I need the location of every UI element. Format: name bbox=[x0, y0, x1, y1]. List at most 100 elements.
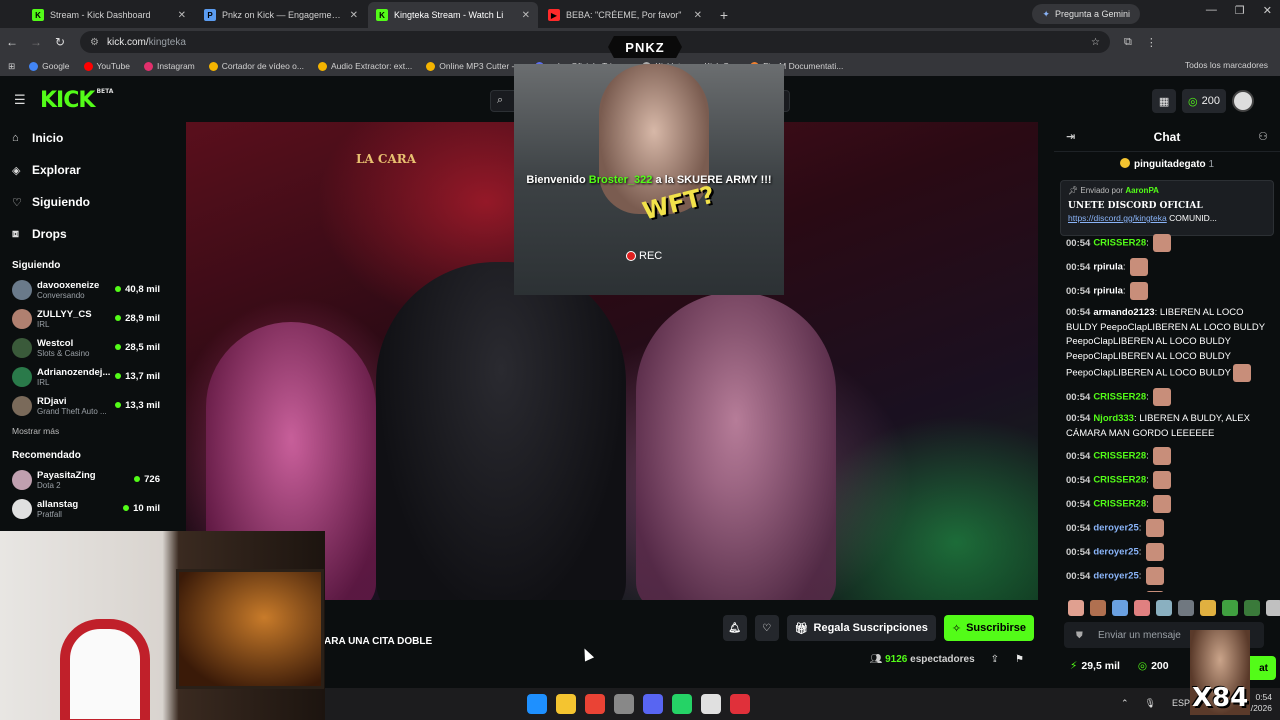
taskbar-app-icon[interactable] bbox=[701, 694, 721, 714]
sidebar-item-drops[interactable]: ⧈ Drops bbox=[12, 218, 172, 250]
message-user[interactable]: deroyer25 bbox=[1093, 523, 1138, 534]
discord-link[interactable]: https://discord.gg/kingteka bbox=[1068, 213, 1167, 223]
channel-item[interactable]: RDjavi Grand Theft Auto ... 13,3 mil bbox=[12, 391, 172, 420]
kicks-balance-button[interactable]: ◎ 200 bbox=[1182, 89, 1226, 113]
coins[interactable]: ◎ 200 bbox=[1138, 660, 1169, 672]
channel-item[interactable]: Adrianozendej... IRL 13,7 mil bbox=[12, 362, 172, 391]
message-user[interactable]: CRISSER28 bbox=[1093, 499, 1146, 510]
bookmark-label: Audio Extractor: ext... bbox=[330, 61, 413, 71]
chevron-up-icon[interactable]: ⌃ bbox=[1121, 698, 1129, 709]
dashboard-button[interactable]: ▦ bbox=[1152, 89, 1177, 113]
apps-icon[interactable]: ⊞ bbox=[8, 61, 15, 72]
sidebar-item-explorar[interactable]: ◈ Explorar bbox=[12, 154, 172, 186]
kick-logo[interactable]: KICK BETA bbox=[40, 88, 113, 113]
channel-category: Pratfall bbox=[37, 509, 62, 519]
channel-item[interactable]: davooxeneize Conversando 40,8 mil bbox=[12, 275, 172, 304]
all-bookmarks[interactable]: Todos los marcadores bbox=[1185, 60, 1268, 70]
taskbar-app-icon[interactable] bbox=[556, 694, 576, 714]
url-field[interactable]: ⚙ kick.com/kingteka ☆ bbox=[80, 31, 1110, 53]
subscribe-button[interactable]: ✧ Suscribirse bbox=[943, 615, 1034, 641]
report-icon[interactable]: ⚑ bbox=[1015, 654, 1024, 665]
channel-item[interactable]: Westcol Slots & Casino 28,5 mil bbox=[12, 333, 172, 362]
emote-picker-icon[interactable] bbox=[1112, 600, 1128, 616]
tab-close-icon[interactable]: ✕ bbox=[694, 10, 702, 21]
bookmark-item[interactable]: Cortador de vídeo o... bbox=[208, 61, 304, 71]
message-user[interactable]: rpirula bbox=[1093, 286, 1123, 297]
emote-picker-icon[interactable] bbox=[1222, 600, 1238, 616]
restore-icon[interactable]: ❐ bbox=[1235, 4, 1245, 17]
taskbar-app-icon[interactable] bbox=[643, 694, 663, 714]
dashboard-icon: ▦ bbox=[1158, 95, 1170, 108]
menu-icon[interactable]: ⋮ bbox=[1146, 36, 1157, 49]
browser-tab[interactable]: ▶ BEBA: "CRÉEME, Por favor" ✕ bbox=[540, 2, 710, 28]
bookmark-star-icon[interactable]: ☆ bbox=[1091, 37, 1100, 48]
emote-picker-icon[interactable] bbox=[1244, 600, 1260, 616]
channel-item[interactable]: allanstag Pratfall 10 mil bbox=[12, 494, 172, 523]
bookmark-item[interactable]: Google bbox=[29, 61, 70, 71]
bookmark-item[interactable]: Instagram bbox=[143, 61, 195, 71]
gift-subs-button[interactable]: 🎁︎ Regala Suscripciones bbox=[786, 615, 936, 641]
sidebar-item-siguiendo[interactable]: ♡ Siguiendo bbox=[12, 186, 172, 218]
message-user[interactable]: CRISSER28 bbox=[1093, 475, 1146, 486]
message-user[interactable]: CRISSER28 bbox=[1093, 451, 1146, 462]
tab-close-icon[interactable]: ✕ bbox=[350, 10, 358, 21]
chat-message: 00:54deroyer25: bbox=[1066, 567, 1272, 585]
emote-picker-icon[interactable] bbox=[1200, 600, 1216, 616]
share-icon[interactable]: ⇪ bbox=[991, 654, 999, 665]
chat-header: ⇥ Chat ⚇ bbox=[1054, 122, 1280, 152]
message-user[interactable]: CRISSER28 bbox=[1093, 392, 1146, 403]
emote-picker-icon[interactable] bbox=[1178, 600, 1194, 616]
channel-item[interactable]: ZULLYY_CS IRL 28,9 mil bbox=[12, 304, 172, 333]
hamburger-menu-icon[interactable]: ☰ bbox=[14, 92, 26, 108]
gemini-button[interactable]: ✦ Pregunta a Gemini bbox=[1032, 4, 1140, 24]
browser-tab[interactable]: K Kingteka Stream - Watch Li ✕ bbox=[368, 2, 538, 28]
new-tab-button[interactable]: + bbox=[712, 2, 736, 28]
bookmark-item[interactable]: YouTube bbox=[83, 61, 130, 71]
message-user[interactable]: CRISSER28 bbox=[1093, 238, 1146, 249]
bookmark-item[interactable]: Audio Extractor: ext... bbox=[317, 61, 413, 71]
taskbar-app-icon[interactable] bbox=[585, 694, 605, 714]
points[interactable]: ⚡︎ 29,5 mil bbox=[1070, 660, 1120, 672]
follow-button[interactable]: ♡ bbox=[754, 615, 779, 641]
show-more-link[interactable]: Mostrar más bbox=[12, 426, 172, 436]
emote-picker-icon[interactable] bbox=[1068, 600, 1084, 616]
close-window-icon[interactable]: ✕ bbox=[1263, 4, 1272, 17]
emote-icon bbox=[1146, 591, 1165, 592]
emote-icon bbox=[1153, 447, 1172, 465]
taskbar-app-icon[interactable] bbox=[730, 694, 750, 714]
message-user[interactable]: Njord333 bbox=[1093, 413, 1134, 424]
back-icon[interactable]: ← bbox=[0, 35, 24, 49]
message-user[interactable]: armando2123 bbox=[1093, 307, 1154, 318]
language-indicator[interactable]: ESP bbox=[1172, 698, 1190, 709]
message-user[interactable]: deroyer25 bbox=[1093, 571, 1138, 582]
emote-picker-icon[interactable] bbox=[1090, 600, 1106, 616]
forward-icon[interactable]: → bbox=[24, 35, 48, 49]
channel-item[interactable]: PayasitaZing Dota 2 726 bbox=[12, 465, 172, 494]
emote-icon bbox=[1153, 388, 1172, 406]
emote-picker-icon[interactable] bbox=[1134, 600, 1150, 616]
browser-tab[interactable]: P Pnkz on Kick — Engagement A ✕ bbox=[196, 2, 366, 28]
video-person bbox=[636, 292, 836, 600]
extension-icon[interactable]: ⧉ bbox=[1124, 36, 1132, 49]
reload-icon[interactable]: ↻ bbox=[48, 35, 72, 49]
star-icon: ✧ bbox=[951, 622, 962, 635]
mic-icon[interactable]: 🎙︎ bbox=[1145, 698, 1156, 709]
minimize-icon[interactable]: — bbox=[1206, 4, 1217, 17]
emote-picker-icon[interactable] bbox=[1156, 600, 1172, 616]
notify-button[interactable]: 🔔︎ bbox=[722, 615, 747, 641]
message-user[interactable]: deroyer25 bbox=[1093, 547, 1138, 558]
emote-picker-icon[interactable] bbox=[1266, 600, 1280, 616]
bookmark-item[interactable]: Online MP3 Cutter -... bbox=[426, 61, 521, 71]
taskbar-app-icon[interactable] bbox=[527, 694, 547, 714]
collapse-chat-icon[interactable]: ⇥ bbox=[1066, 130, 1075, 143]
browser-tab[interactable]: K Stream - Kick Dashboard ✕ bbox=[24, 2, 194, 28]
tab-close-icon[interactable]: ✕ bbox=[522, 10, 530, 21]
taskbar-app-icon[interactable] bbox=[614, 694, 634, 714]
sidebar-item-inicio[interactable]: ⌂ Inicio bbox=[12, 122, 172, 154]
user-avatar[interactable] bbox=[1232, 90, 1254, 112]
viewers-icon: 👥︎ bbox=[869, 654, 886, 665]
message-user[interactable]: rpirula bbox=[1093, 262, 1123, 273]
taskbar-app-icon[interactable] bbox=[672, 694, 692, 714]
chat-users-icon[interactable]: ⚇ bbox=[1258, 130, 1268, 143]
tab-close-icon[interactable]: ✕ bbox=[178, 10, 186, 21]
